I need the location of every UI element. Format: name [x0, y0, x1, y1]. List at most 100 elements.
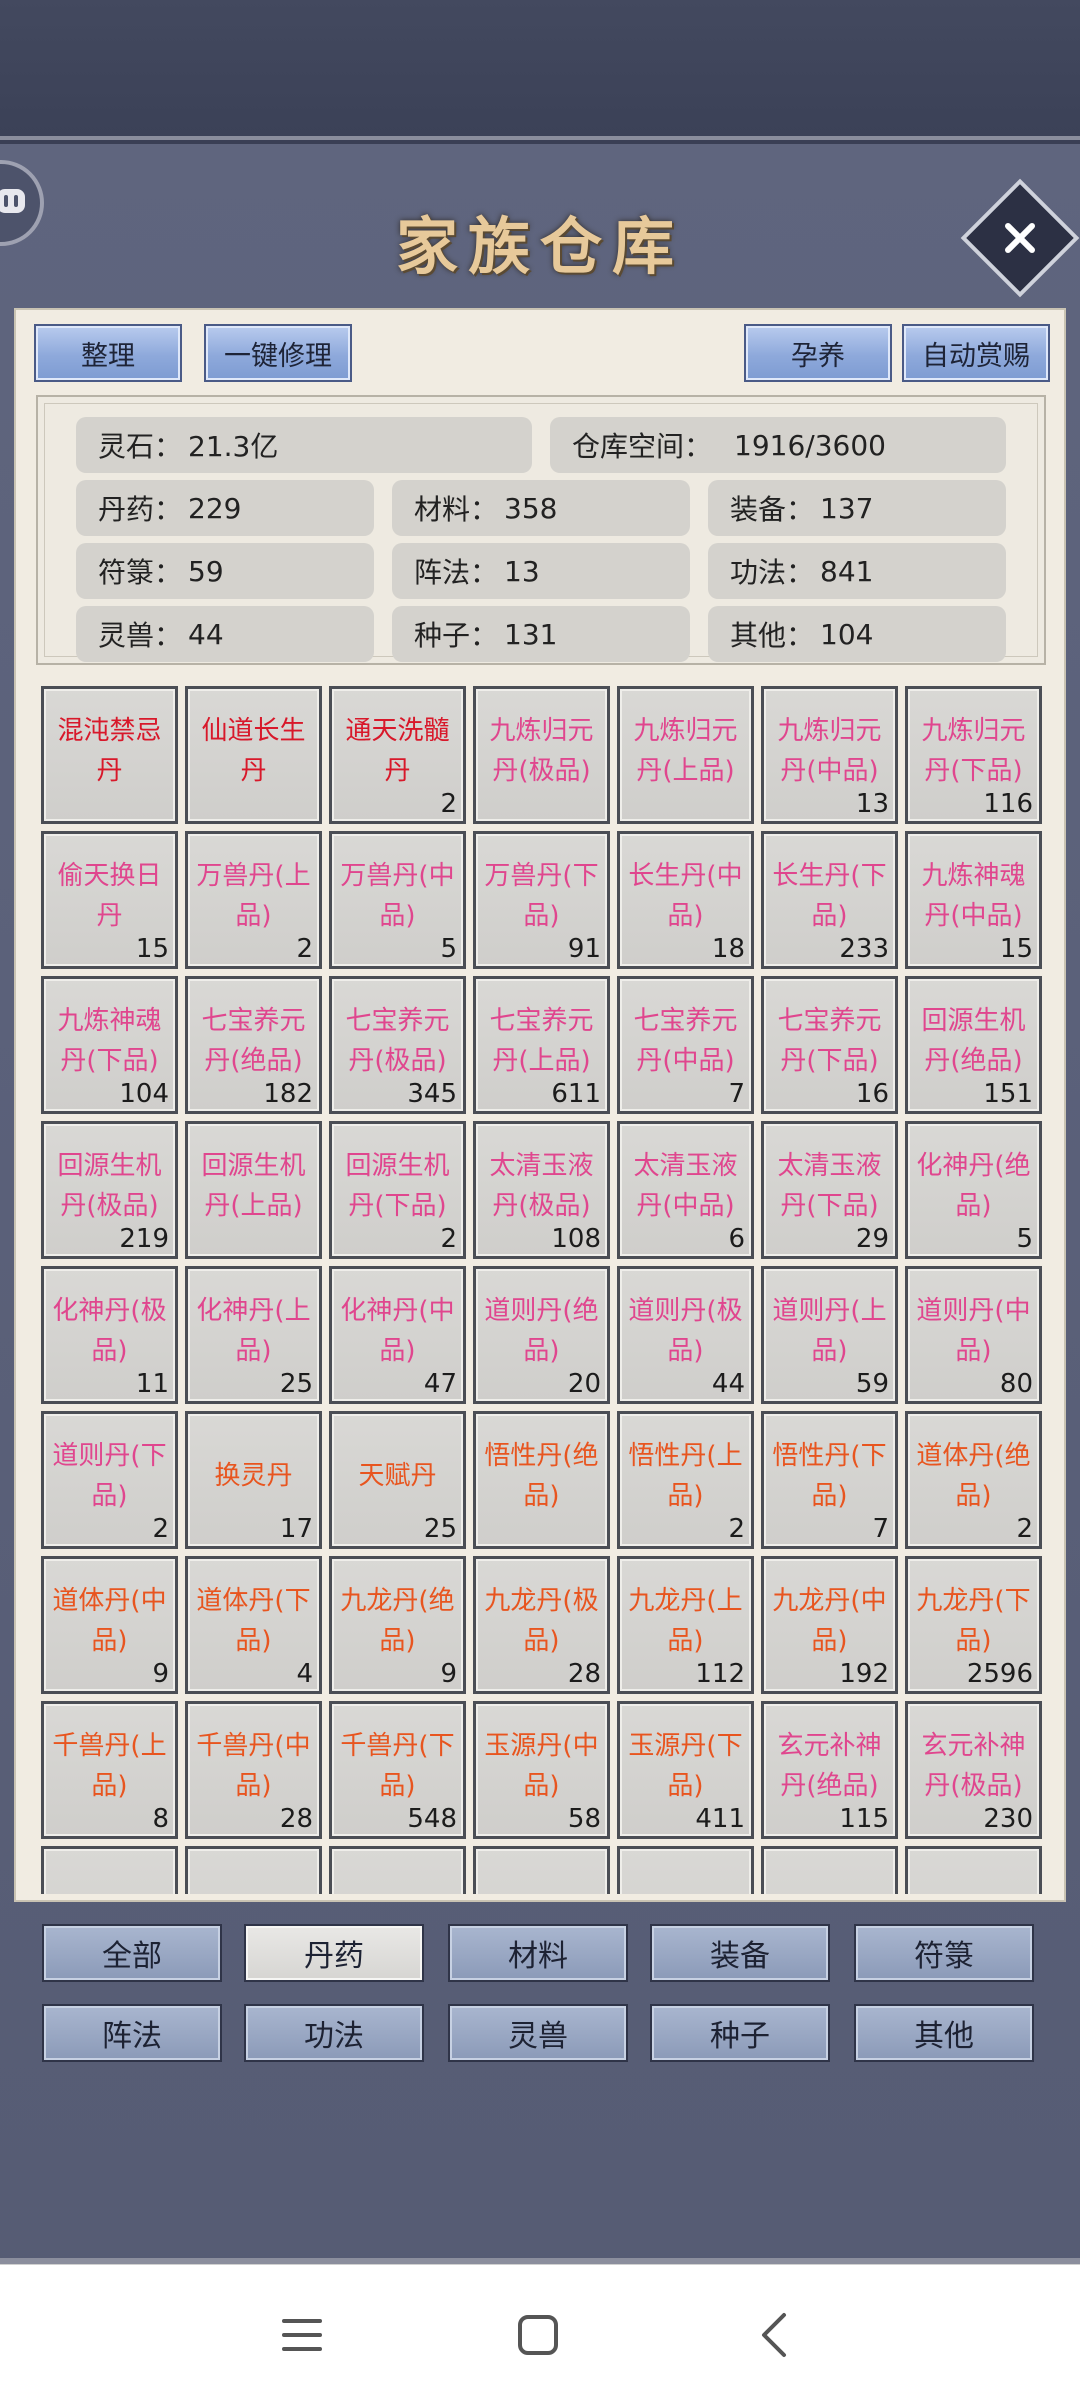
nav-menu-button[interactable]	[262, 2295, 342, 2375]
item-slot[interactable]: 化神丹(绝品) 5	[905, 1121, 1042, 1259]
item-slot[interactable]	[473, 1846, 610, 1894]
item-name: 玄元补神丹(绝品)	[777, 1731, 882, 1801]
item-name: 九龙丹(中品)	[772, 1586, 887, 1656]
item-slot[interactable]: 悟性丹(上品) 2	[617, 1411, 754, 1549]
tab-8[interactable]: 种子	[650, 2004, 830, 2062]
item-slot[interactable]: 九龙丹(中品) 192	[761, 1556, 898, 1694]
repair-all-button[interactable]: 一键修理	[204, 324, 352, 382]
item-slot[interactable]: 道则丹(极品) 44	[617, 1266, 754, 1404]
tab-9[interactable]: 其他	[854, 2004, 1034, 2062]
item-slot[interactable]: 玉源丹(下品) 411	[617, 1701, 754, 1839]
item-slot[interactable]: 七宝养元丹(极品) 345	[329, 976, 466, 1114]
tab-1[interactable]: 丹药	[244, 1924, 424, 1982]
item-name: 玄元补神丹(极品)	[921, 1731, 1026, 1801]
item-slot[interactable]: 道则丹(下品) 2	[41, 1411, 178, 1549]
item-slot[interactable]: 太清玉液丹(下品) 29	[761, 1121, 898, 1259]
item-slot[interactable]	[329, 1846, 466, 1894]
tab-4[interactable]: 符箓	[854, 1924, 1034, 1982]
item-slot[interactable]	[41, 1846, 178, 1894]
item-slot[interactable]: 道体丹(中品) 9	[41, 1556, 178, 1694]
item-name: 仙道长生丹	[201, 716, 306, 786]
item-count: 411	[695, 1804, 745, 1834]
item-slot[interactable]: 千兽丹(上品) 8	[41, 1701, 178, 1839]
item-slot[interactable]: 回源生机丹(上品)	[185, 1121, 322, 1259]
item-slot[interactable]: 道则丹(中品) 80	[905, 1266, 1042, 1404]
item-slot[interactable]: 千兽丹(下品) 548	[329, 1701, 466, 1839]
item-name: 道则丹(下品)	[52, 1441, 167, 1511]
item-slot[interactable]: 长生丹(下品) 233	[761, 831, 898, 969]
item-slot[interactable]: 长生丹(中品) 18	[617, 831, 754, 969]
item-slot[interactable]: 换灵丹 17	[185, 1411, 322, 1549]
item-slot[interactable]: 悟性丹(绝品)	[473, 1411, 610, 1549]
item-slot[interactable]: 万兽丹(上品) 2	[185, 831, 322, 969]
item-slot[interactable]: 道体丹(下品) 4	[185, 1556, 322, 1694]
nav-home-button[interactable]	[498, 2295, 578, 2375]
item-slot[interactable]: 化神丹(中品) 47	[329, 1266, 466, 1404]
item-slot[interactable]: 千兽丹(中品) 28	[185, 1701, 322, 1839]
item-slot[interactable]: 回源生机丹(极品) 219	[41, 1121, 178, 1259]
item-name: 道则丹(极品)	[628, 1296, 743, 1366]
item-slot[interactable]: 九龙丹(上品) 112	[617, 1556, 754, 1694]
item-count: 2	[296, 934, 313, 964]
item-count: 108	[551, 1224, 601, 1254]
stat-label: 丹药：	[98, 493, 183, 526]
item-slot[interactable]: 万兽丹(中品) 5	[329, 831, 466, 969]
item-slot[interactable]	[185, 1846, 322, 1894]
item-name: 换灵丹	[214, 1461, 293, 1491]
item-name: 玉源丹(中品)	[484, 1731, 599, 1801]
tab-6[interactable]: 功法	[244, 2004, 424, 2062]
item-grid-viewport[interactable]: 混沌禁忌丹 仙道长生丹 通天洗髓丹 2 九炼归元丹(极品) 九炼归元丹(上品) 九炼归元丹(…	[36, 682, 1050, 1894]
item-slot[interactable]	[905, 1846, 1042, 1894]
item-slot[interactable]: 混沌禁忌丹	[41, 686, 178, 824]
item-slot[interactable]: 七宝养元丹(上品) 611	[473, 976, 610, 1114]
item-count: 4	[296, 1659, 313, 1689]
item-slot[interactable]: 玄元补神丹(绝品) 115	[761, 1701, 898, 1839]
item-slot[interactable]: 道则丹(绝品) 20	[473, 1266, 610, 1404]
item-slot[interactable]: 九炼神魂丹(下品) 104	[41, 976, 178, 1114]
item-slot[interactable]	[761, 1846, 898, 1894]
item-name: 九炼归元丹(下品)	[921, 716, 1026, 786]
item-slot[interactable]: 九炼归元丹(中品) 13	[761, 686, 898, 824]
item-slot[interactable]	[617, 1846, 754, 1894]
organize-button[interactable]: 整理	[34, 324, 182, 382]
item-slot[interactable]: 玉源丹(中品) 58	[473, 1701, 610, 1839]
item-slot[interactable]: 道体丹(绝品) 2	[905, 1411, 1042, 1549]
item-slot[interactable]: 道则丹(上品) 59	[761, 1266, 898, 1404]
item-slot[interactable]: 太清玉液丹(极品) 108	[473, 1121, 610, 1259]
item-count: 11	[135, 1369, 169, 1399]
item-slot[interactable]: 化神丹(上品) 25	[185, 1266, 322, 1404]
tab-0[interactable]: 全部	[42, 1924, 222, 1982]
item-slot[interactable]: 九炼归元丹(下品) 116	[905, 686, 1042, 824]
item-slot[interactable]: 九龙丹(绝品) 9	[329, 1556, 466, 1694]
item-slot[interactable]: 七宝养元丹(绝品) 182	[185, 976, 322, 1114]
item-count: 345	[407, 1079, 457, 1109]
item-count: 192	[839, 1659, 889, 1689]
item-slot[interactable]: 天赋丹 25	[329, 1411, 466, 1549]
item-slot[interactable]: 九炼归元丹(极品)	[473, 686, 610, 824]
item-slot[interactable]: 化神丹(极品) 11	[41, 1266, 178, 1404]
item-slot[interactable]: 通天洗髓丹 2	[329, 686, 466, 824]
item-slot[interactable]: 太清玉液丹(中品) 6	[617, 1121, 754, 1259]
item-slot[interactable]: 九炼神魂丹(中品) 15	[905, 831, 1042, 969]
tab-7[interactable]: 灵兽	[448, 2004, 628, 2062]
item-slot[interactable]: 悟性丹(下品) 7	[761, 1411, 898, 1549]
item-slot[interactable]: 回源生机丹(下品) 2	[329, 1121, 466, 1259]
item-slot[interactable]: 九龙丹(极品) 28	[473, 1556, 610, 1694]
item-slot[interactable]: 回源生机丹(绝品) 151	[905, 976, 1042, 1114]
item-slot[interactable]: 七宝养元丹(中品) 7	[617, 976, 754, 1114]
item-count: 18	[711, 934, 745, 964]
nav-back-button[interactable]	[734, 2295, 814, 2375]
item-slot[interactable]: 偷天换日丹 15	[41, 831, 178, 969]
item-slot[interactable]: 玄元补神丹(极品) 230	[905, 1701, 1042, 1839]
tab-3[interactable]: 装备	[650, 1924, 830, 1982]
stat-equipment: 装备： 137	[708, 480, 1006, 536]
item-slot[interactable]: 九龙丹(下品) 2596	[905, 1556, 1042, 1694]
item-slot[interactable]: 万兽丹(下品) 91	[473, 831, 610, 969]
item-slot[interactable]: 仙道长生丹	[185, 686, 322, 824]
item-slot[interactable]: 九炼归元丹(上品)	[617, 686, 754, 824]
tab-5[interactable]: 阵法	[42, 2004, 222, 2062]
auto-reward-button[interactable]: 自动赏赐	[902, 324, 1050, 382]
tab-2[interactable]: 材料	[448, 1924, 628, 1982]
item-slot[interactable]: 七宝养元丹(下品) 16	[761, 976, 898, 1114]
nurture-button[interactable]: 孕养	[744, 324, 892, 382]
